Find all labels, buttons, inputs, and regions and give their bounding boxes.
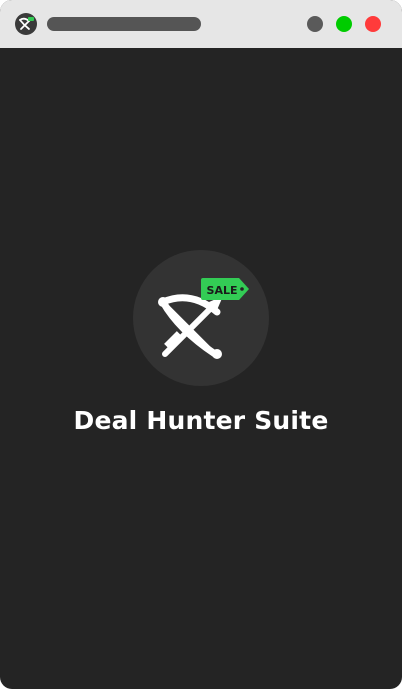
bow-and-arrow-icon: SALE	[158, 278, 249, 359]
app-name-title: Deal Hunter Suite	[73, 406, 329, 435]
bow-and-arrow-icon	[15, 13, 37, 35]
sale-tag-label: SALE	[207, 284, 238, 297]
window-title-placeholder	[47, 17, 201, 31]
splash-screen: SALE Deal Hunter Suite	[0, 48, 402, 689]
app-logo: SALE	[133, 250, 269, 386]
minimize-button[interactable]	[307, 16, 323, 32]
app-window: SALE Deal Hunter Suite	[0, 0, 402, 689]
title-bar[interactable]	[0, 0, 402, 48]
maximize-button[interactable]	[336, 16, 352, 32]
close-button[interactable]	[365, 16, 381, 32]
